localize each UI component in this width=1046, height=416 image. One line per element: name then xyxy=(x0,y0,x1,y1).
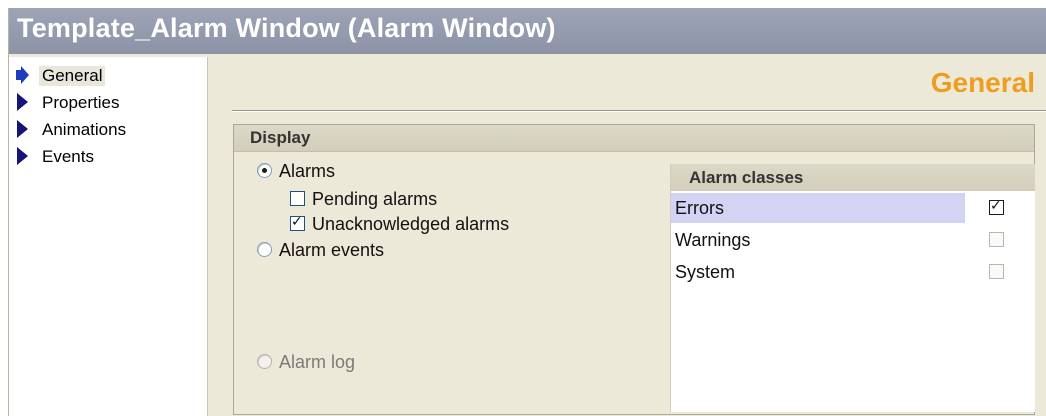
alarm-class-name: System xyxy=(675,262,736,282)
alarm-class-checkbox-unchecked-icon[interactable] xyxy=(989,264,1004,279)
alarm-class-checkbox-checked-icon[interactable] xyxy=(989,198,1004,215)
alarms-radio-label: Alarms xyxy=(279,161,336,181)
nav-item-label: Events xyxy=(42,147,94,166)
alarm-classes-title: Alarm classes xyxy=(689,168,804,187)
triangle-right-icon xyxy=(17,93,28,111)
alarm-class-name: Warnings xyxy=(675,230,751,250)
unacknowledged-alarms-label: Unacknowledged alarms xyxy=(312,214,510,234)
nav-item-animations[interactable]: Animations xyxy=(9,117,207,141)
alarm-class-row-warnings[interactable]: Warnings xyxy=(671,225,1035,255)
alarm-events-label: Alarm events xyxy=(279,240,385,260)
alarm-class-name-cell[interactable]: Errors xyxy=(671,193,965,223)
radio-unselected-icon[interactable] xyxy=(257,242,272,257)
window-title: Template_Alarm Window (Alarm Window) xyxy=(17,13,556,43)
triangle-right-icon xyxy=(17,147,28,165)
title-bar: Template_Alarm Window (Alarm Window) xyxy=(9,8,1046,54)
triangle-right-icon xyxy=(17,120,28,138)
alarm-class-checkbox-unchecked-icon[interactable] xyxy=(989,232,1004,247)
display-group-title: Display xyxy=(250,128,311,147)
section-heading: General xyxy=(930,67,1035,98)
alarm-window-editor: Template_Alarm Window (Alarm Window) Gen… xyxy=(8,8,1046,416)
display-group-header: Display xyxy=(234,125,1034,152)
alarm-log-label: Alarm log xyxy=(279,352,356,372)
checkbox-checked-icon[interactable] xyxy=(290,214,305,231)
nav-item-properties[interactable]: Properties xyxy=(9,90,207,114)
alarm-class-name: Errors xyxy=(675,198,724,218)
nav-item-events[interactable]: Events xyxy=(9,144,207,168)
navigation-panel: General Properties Animations Events xyxy=(9,57,208,416)
alarm-class-name-cell[interactable]: Warnings xyxy=(671,225,965,255)
content-panel: General Display Alarms Pending alarms Un… xyxy=(212,57,1046,416)
pending-alarms-label: Pending alarms xyxy=(312,189,438,209)
arrow-right-icon xyxy=(16,66,29,84)
alarm-class-row-errors[interactable]: Errors xyxy=(671,193,1035,223)
radio-selected-icon[interactable] xyxy=(257,163,272,178)
heading-divider xyxy=(232,110,1046,112)
nav-item-label: General xyxy=(39,66,106,86)
alarm-class-row-system[interactable]: System xyxy=(671,257,1035,287)
alarm-class-name-cell[interactable]: System xyxy=(671,257,965,287)
nav-item-label: Animations xyxy=(42,120,127,139)
checkbox-unchecked-icon[interactable] xyxy=(290,191,305,206)
alarm-classes-list: Alarm classes Errors Warnings Sys xyxy=(670,164,1035,412)
alarm-classes-header: Alarm classes xyxy=(671,164,1035,191)
nav-item-general[interactable]: General xyxy=(9,63,207,87)
radio-disabled-icon xyxy=(257,354,272,369)
nav-item-label: Properties xyxy=(42,93,120,112)
display-group: Display Alarms Pending alarms Unacknowle… xyxy=(233,124,1035,415)
